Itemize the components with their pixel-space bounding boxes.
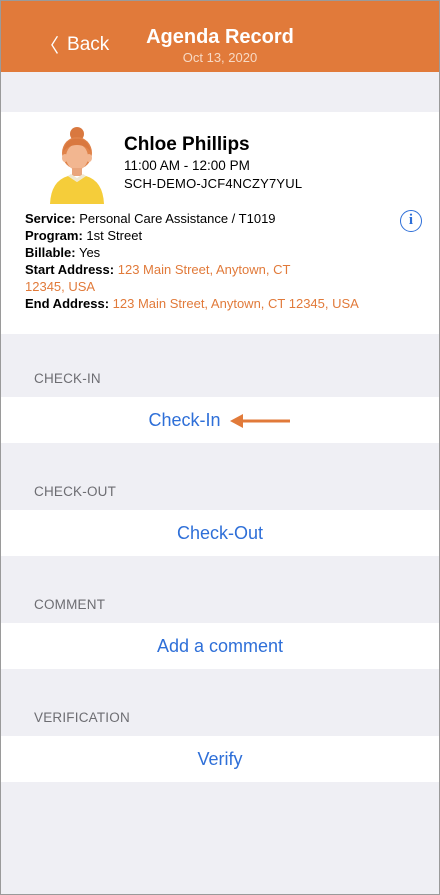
- checkout-button[interactable]: Check-Out: [0, 510, 440, 556]
- verify-label: Verify: [197, 749, 243, 769]
- add-comment-button[interactable]: Add a comment: [0, 623, 440, 669]
- start-address-label: Start Address:: [25, 262, 115, 277]
- schedule-code: SCH-DEMO-JCF4NCZY7YUL: [124, 176, 303, 191]
- service-value: Personal Care Assistance / T1019: [79, 211, 276, 226]
- checkout-label: Check-Out: [176, 523, 264, 543]
- add-comment-label: Add a comment: [156, 636, 284, 656]
- end-address-line: End Address: 123 Main Street, Anytown, C…: [25, 295, 405, 312]
- billable-value: Yes: [78, 245, 101, 260]
- navigation-bar: 〈 Back Agenda Record Oct 13, 2020: [0, 0, 440, 72]
- appointment-details: Service: Personal Care Assistance / T101…: [25, 210, 405, 312]
- page-date: Oct 13, 2020: [182, 50, 258, 65]
- avatar: [50, 127, 104, 204]
- start-address-line-2: 12345, USA: [25, 278, 405, 295]
- page-title: Agenda Record: [146, 26, 294, 48]
- verify-button[interactable]: Verify: [0, 736, 440, 782]
- appointment-time: 11:00 AM - 12:00 PM: [124, 158, 250, 173]
- billable-label: Billable:: [25, 245, 76, 260]
- checkout-section-header: CHECK-OUT: [34, 484, 117, 499]
- end-address-link[interactable]: 123 Main Street, Anytown, CT 12345, USA: [113, 296, 359, 311]
- arrow-left-icon: [229, 414, 290, 429]
- end-address-label: End Address:: [25, 296, 110, 311]
- program-line: Program: 1st Street: [25, 227, 405, 244]
- program-value: 1st Street: [86, 228, 143, 243]
- comment-section-header: COMMENT: [34, 597, 106, 612]
- program-label: Program:: [25, 228, 83, 243]
- start-address-line: Start Address: 123 Main Street, Anytown,…: [25, 261, 405, 278]
- checkin-label: Check-In: [148, 410, 221, 430]
- start-address-link-cont[interactable]: 12345, USA: [25, 279, 95, 294]
- service-label: Service:: [25, 211, 76, 226]
- service-line: Service: Personal Care Assistance / T101…: [25, 210, 405, 227]
- start-address-link[interactable]: 123 Main Street, Anytown, CT: [118, 262, 291, 277]
- client-name: Chloe Phillips: [124, 134, 250, 155]
- client-card: Chloe Phillips 11:00 AM - 12:00 PM SCH-D…: [0, 112, 440, 334]
- verification-section-header: VERIFICATION: [34, 710, 130, 725]
- billable-line: Billable: Yes: [25, 244, 405, 261]
- checkin-section-header: CHECK-IN: [34, 371, 101, 386]
- checkin-button[interactable]: Check-In: [0, 397, 440, 443]
